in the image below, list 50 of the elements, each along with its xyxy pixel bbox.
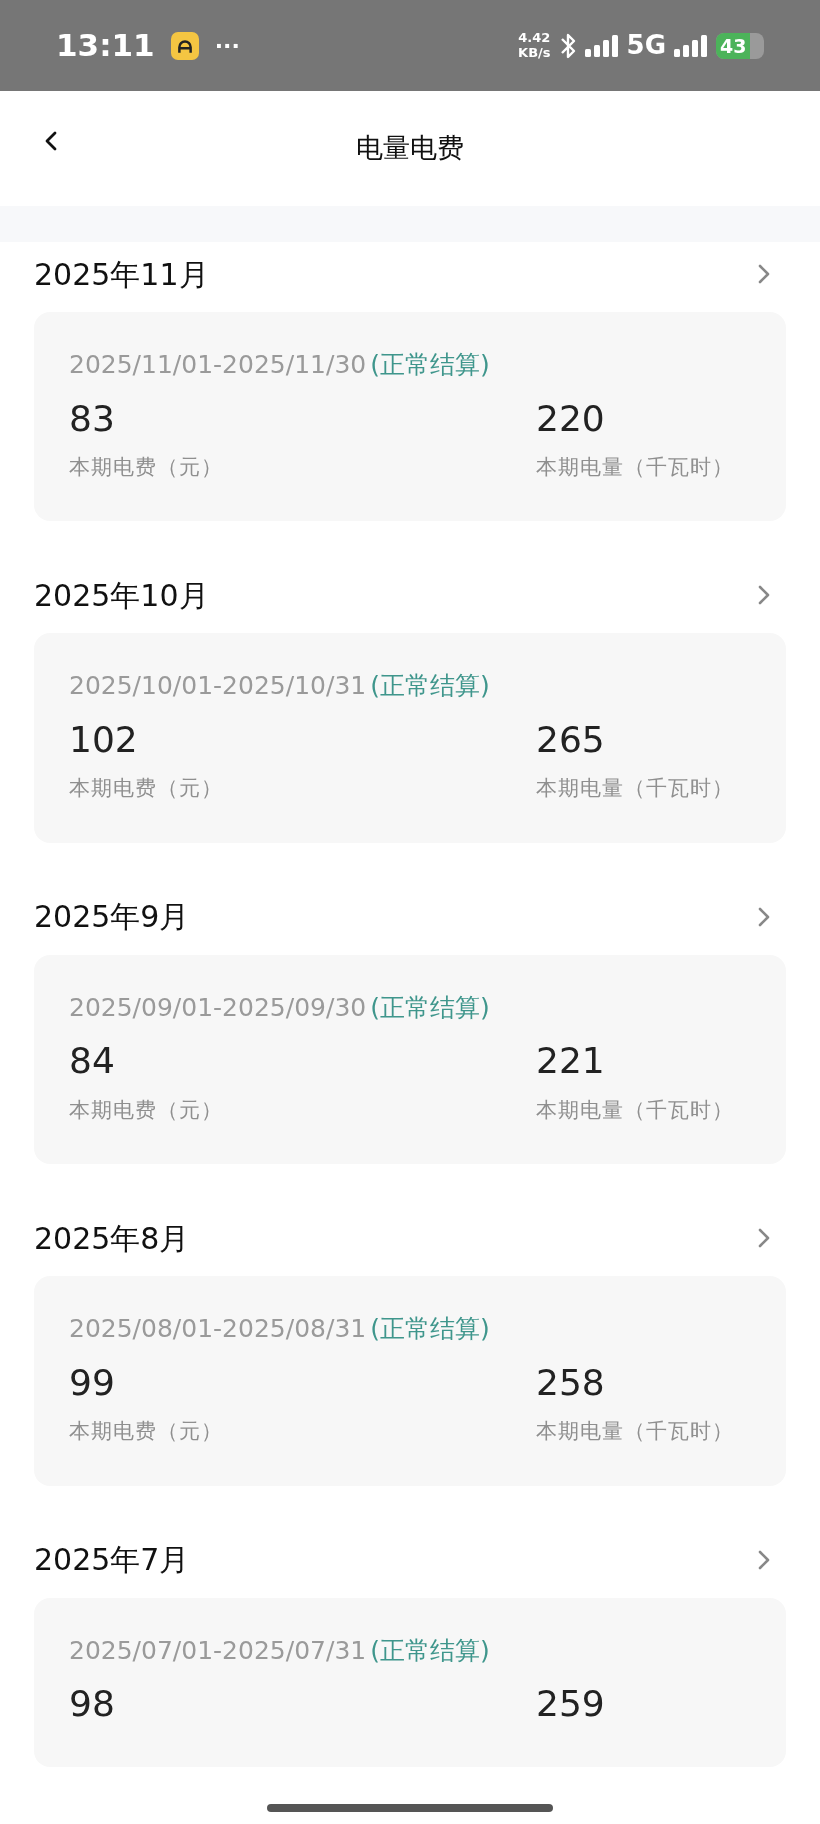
clock-time: 13:11 — [56, 26, 155, 66]
chevron-icon[interactable] — [758, 585, 770, 606]
settlement-status: (正常结算) — [370, 670, 490, 703]
billing-period: 2025/09/01-2025/09/30 — [69, 991, 367, 1024]
chevron-icon[interactable] — [758, 1549, 770, 1570]
fee-label: 本期电费（元） — [69, 775, 224, 803]
fee-label: 本期电费（元） — [69, 1096, 224, 1124]
usage-value: 221 — [536, 1039, 606, 1084]
billing-period: 2025/10/01-2025/10/31 — [69, 670, 367, 703]
month-title: 2025年10月 — [34, 576, 209, 615]
month-title: 2025年7月 — [34, 1541, 190, 1580]
more-text: ··· — [214, 32, 240, 60]
chevron-icon[interactable] — [758, 906, 770, 927]
fee-value: 83 — [69, 396, 116, 441]
usage-value: 265 — [536, 717, 606, 762]
settlement-status: (正常结算) — [370, 991, 490, 1024]
usage-label: 本期电量（千瓦时） — [536, 775, 734, 803]
signal-icon — [584, 34, 619, 57]
speed-value: 4.42 — [518, 31, 551, 46]
chevron-icon[interactable] — [758, 264, 770, 284]
fee-label: 本期电费（元） — [69, 1418, 224, 1446]
usage-value: 220 — [536, 396, 606, 441]
signal-icon — [674, 34, 708, 57]
usage-label: 本期电量（千瓦时） — [536, 1096, 734, 1124]
fee-value: 98 — [69, 1682, 116, 1727]
network-type: 5G — [626, 29, 666, 62]
billing-period: 2025/08/01-2025/08/31 — [69, 1313, 367, 1346]
month-title: 2025年8月 — [34, 1219, 190, 1258]
settlement-status: (正常结算) — [370, 1634, 490, 1667]
usage-value: 258 — [536, 1360, 606, 1405]
usage-value: 259 — [536, 1682, 605, 1727]
fee-label: 本期电费（元） — [69, 453, 224, 481]
settlement-status: (正常结算) — [370, 1313, 490, 1346]
fee-value: 102 — [69, 717, 139, 762]
fee-value: 84 — [69, 1039, 116, 1084]
app-icon — [170, 31, 199, 60]
billing-period: 2025/11/01-2025/11/30 — [69, 349, 367, 381]
chevron-icon[interactable] — [758, 1228, 770, 1249]
battery-level: 43 — [720, 33, 747, 59]
month-title: 2025年11月 — [34, 255, 209, 294]
billing-period: 2025/07/01-2025/07/31 — [69, 1634, 367, 1667]
month-title: 2025年9月 — [34, 898, 190, 937]
fee-value: 99 — [69, 1360, 116, 1405]
settlement-status: (正常结算) — [370, 349, 490, 381]
usage-label: 本期电量（千瓦时） — [536, 1418, 734, 1446]
speed-unit: KB/s — [518, 45, 551, 60]
bluetooth-icon — [558, 31, 577, 60]
back-icon[interactable] — [44, 131, 58, 151]
page-title: 电量电费 — [356, 131, 464, 166]
usage-label: 本期电量（千瓦时） — [536, 453, 734, 481]
